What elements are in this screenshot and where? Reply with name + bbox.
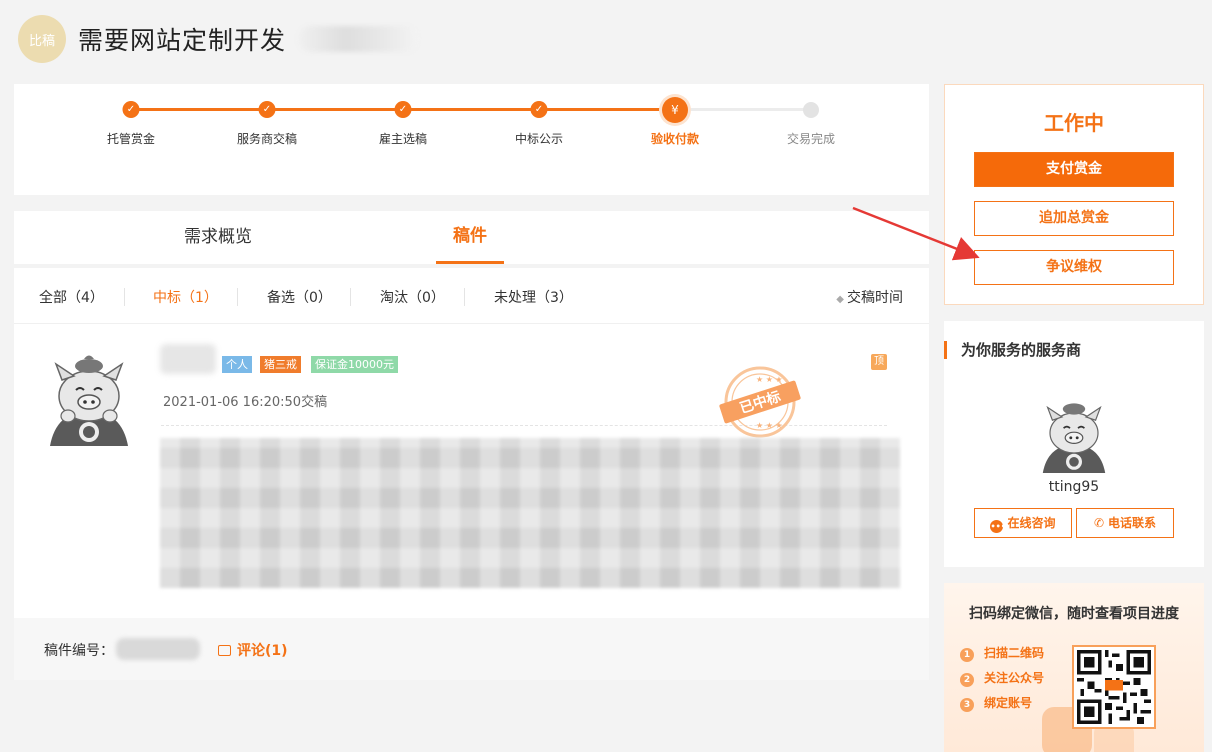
button-label: 在线咨询 — [1007, 516, 1056, 530]
provider-avatar[interactable] — [1038, 393, 1110, 473]
step-label: 关注公众号 — [984, 671, 1045, 685]
check-icon: ✓ — [258, 101, 276, 118]
step-label: 托管赏金 — [106, 132, 155, 146]
top-badge: 顶 — [871, 354, 887, 370]
redacted-draft-number — [116, 638, 200, 660]
check-icon: ✓ — [394, 101, 412, 118]
tab-bar: 需求概览 稿件 — [14, 211, 929, 264]
divider — [237, 288, 238, 306]
button-label: 电话联系 — [1108, 516, 1157, 530]
pending-dot-icon — [803, 102, 819, 118]
pay-reward-button[interactable]: 支付赏金 — [974, 152, 1174, 187]
tab-drafts[interactable]: 稿件 — [436, 211, 504, 264]
comment-label: 评论(1) — [237, 643, 288, 659]
tag-deposit: 保证金10000元 — [311, 356, 398, 373]
progress-line-todo — [676, 108, 812, 111]
page-title: 需要网站定制开发 — [78, 26, 287, 55]
draft-footer: 稿件编号： 评论(1) — [14, 618, 929, 680]
check-icon: ✓ — [122, 101, 140, 118]
step-label: 扫描二维码 — [984, 646, 1045, 660]
dispute-button[interactable]: 争议维权 — [974, 250, 1174, 285]
sort-by-submit-time[interactable]: ◆ 交稿时间 — [836, 287, 903, 307]
task-type-badge: 比稿 — [18, 15, 66, 63]
filter-unprocessed[interactable]: 未处理（3） — [494, 287, 573, 307]
check-icon: ✓ — [530, 101, 548, 118]
divider — [350, 288, 351, 306]
add-reward-button[interactable]: 追加总赏金 — [974, 201, 1174, 236]
filter-bar: 全部（4） 中标（1） 备选（0） 淘汰（0） 未处理（3） ◆ 交稿时间 — [14, 268, 929, 324]
divider — [464, 288, 465, 306]
section-title: 为你服务的服务商 — [944, 341, 1081, 359]
sort-label: 交稿时间 — [847, 290, 903, 306]
filter-winning[interactable]: 中标（1） — [153, 287, 218, 307]
online-consult-button[interactable]: ••• 在线咨询 — [974, 508, 1072, 538]
svg-text:★ ★ ★: ★ ★ ★ — [756, 375, 783, 384]
page-header: 比稿 需要网站定制开发 — [18, 14, 419, 64]
step-label: 服务商交稿 — [236, 132, 297, 146]
redacted-draft-content — [160, 438, 900, 588]
step-label: 交易完成 — [786, 132, 835, 146]
service-provider-card: 为你服务的服务商 tting95 ••• 在线咨询 ✆ 电话联系 — [944, 321, 1204, 567]
wechat-title: 扫码绑定微信，随时查看项目进度 — [969, 606, 1179, 622]
comment-link[interactable]: 评论(1) — [218, 640, 288, 660]
filter-all[interactable]: 全部（4） — [39, 287, 104, 307]
progress-tracker: ✓ 托管赏金 ✓ 服务商交稿 ✓ 雇主选稿 ✓ 中标公示 ¥ 验收付款 交易完成 — [14, 84, 929, 195]
divider — [124, 288, 125, 306]
task-status: 工作中 — [1044, 111, 1104, 135]
phone-contact-button[interactable]: ✆ 电话联系 — [1076, 508, 1174, 538]
step-label: 雇主选稿 — [378, 132, 427, 146]
tag-level: 猪三戒 — [260, 356, 301, 373]
redacted-username — [160, 344, 216, 374]
phone-icon: ✆ — [1093, 516, 1105, 530]
redacted-title-suffix — [298, 26, 419, 52]
winning-stamp: ★ ★ ★ ★ ★ ★ 已中标 — [716, 366, 802, 440]
provider-name[interactable]: tting95 — [944, 479, 1204, 495]
drafts-panel: 全部（4） 中标（1） 备选（0） 淘汰（0） 未处理（3） ◆ 交稿时间 个人… — [14, 268, 929, 680]
submit-time: 2021-01-06 16:20:50交稿 — [163, 395, 328, 410]
avatar[interactable] — [46, 346, 132, 446]
qr-code — [1072, 645, 1156, 729]
wechat-step: 2 关注公众号 — [960, 669, 1044, 687]
filter-eliminated[interactable]: 淘汰（0） — [380, 287, 445, 307]
sort-icon: ◆ — [836, 294, 844, 305]
wechat-step: 1 扫描二维码 — [960, 644, 1044, 662]
step-label: 绑定账号 — [984, 696, 1033, 710]
tag-personal: 个人 — [222, 356, 252, 373]
wechat-step: 3 绑定账号 — [960, 694, 1032, 712]
draft-number-label: 稿件编号： — [44, 643, 114, 659]
tab-overview[interactable]: 需求概览 — [168, 211, 268, 264]
action-panel: 工作中 支付赏金 追加总赏金 争议维权 — [944, 84, 1204, 305]
filter-backup[interactable]: 备选（0） — [267, 287, 332, 307]
step-label: 验收付款 — [650, 132, 699, 146]
wechat-bind-card: 扫码绑定微信，随时查看项目进度 1 扫描二维码 2 关注公众号 3 绑定账号 — [944, 583, 1204, 752]
payment-icon: ¥ — [662, 97, 688, 123]
svg-text:★ ★ ★: ★ ★ ★ — [756, 421, 783, 430]
comment-icon — [218, 645, 231, 656]
step-label: 中标公示 — [514, 132, 563, 146]
chat-icon: ••• — [990, 520, 1006, 533]
